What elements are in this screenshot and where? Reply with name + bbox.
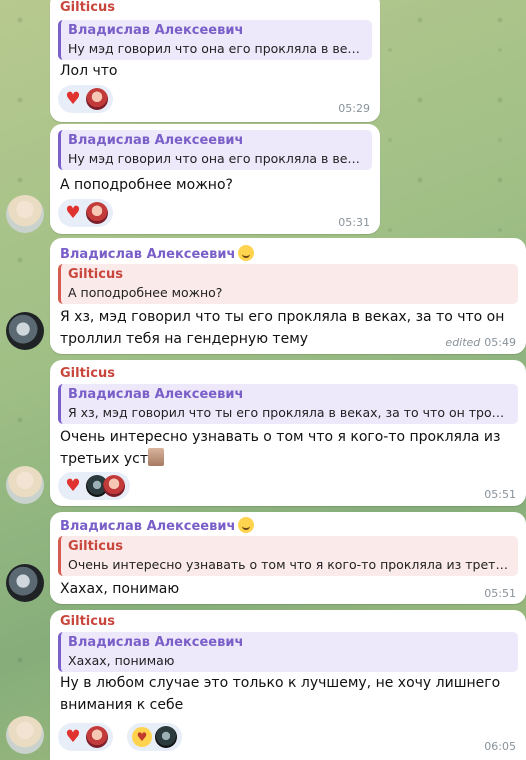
message-time: 05:51 (484, 488, 516, 501)
time-value: 05:49 (484, 336, 516, 349)
message-text-line: третьих уст (60, 451, 149, 467)
reactor-avatar (86, 88, 108, 110)
reaction-heart[interactable]: ♥ (58, 723, 113, 751)
message-time: 05:51 (484, 587, 516, 600)
sender-name[interactable]: Gilticus (60, 366, 115, 381)
heart-icon: ♥ (65, 89, 81, 109)
heart-icon: ♥ (65, 727, 81, 747)
message-time: 05:31 (338, 216, 370, 229)
reply-quote[interactable]: Владислав Алексеевич Я хз, мэд говорил ч… (58, 384, 518, 424)
smiling-face-with-hearts-icon: ♥ (132, 727, 152, 747)
message-text-line: внимания к себе (60, 697, 184, 713)
message-bubble[interactable]: Владислав Алексеевич Gilticus Очень инте… (50, 512, 526, 604)
message-text-line: Я хз, мэд говорил что ты его прокляла в … (60, 309, 505, 325)
sender-name[interactable]: Gilticus (60, 614, 115, 629)
sender-avatar[interactable] (6, 312, 44, 350)
sender-avatar[interactable] (6, 195, 44, 233)
reply-text: Я хз, мэд говорил что ты его прокляла в … (68, 405, 512, 420)
reactor-avatar (86, 726, 108, 748)
reaction-heart[interactable]: ♥ (58, 472, 130, 500)
reply-text: Очень интересно узнавать о том что я ког… (68, 557, 512, 572)
reaction-love-face[interactable]: ♥ (127, 723, 182, 751)
message-bubble[interactable]: Gilticus Владислав Алексеевич Я хз, мэд … (50, 360, 526, 506)
sender-name[interactable]: Владислав Алексеевич (60, 245, 255, 262)
sender-avatar[interactable] (6, 716, 44, 754)
message-text: Лол что (60, 63, 118, 79)
heart-icon: ♥ (65, 476, 81, 496)
reactions-bar: ♥ (58, 85, 113, 113)
reply-sender-name: Владислав Алексеевич (68, 23, 244, 38)
reply-quote[interactable]: Владислав Алексеевич Хахах, понимаю (58, 632, 518, 672)
reply-quote[interactable]: Gilticus Очень интересно узнавать о том … (58, 536, 518, 576)
reply-sender-name: Владислав Алексеевич (68, 133, 244, 148)
sender-avatar[interactable] (6, 564, 44, 602)
message-text: А поподробнее можно? (60, 177, 233, 193)
reply-quote[interactable]: Gilticus А поподробнее можно? (58, 264, 518, 304)
message-bubble[interactable]: Gilticus Владислав Алексеевич Ну мэд гов… (50, 0, 380, 122)
message-bubble[interactable]: Gilticus Владислав Алексеевич Хахах, пон… (50, 610, 526, 760)
reactions-bar: ♥ (58, 472, 130, 500)
custom-emoji-icon (148, 448, 165, 466)
heart-icon: ♥ (65, 203, 81, 223)
reply-quote[interactable]: Владислав Алексеевич Ну мэд говорил что … (58, 20, 372, 60)
reply-sender-name: Gilticus (68, 267, 123, 282)
smile-emoji-icon (238, 245, 255, 261)
sender-name-text: Владислав Алексеевич (60, 519, 236, 534)
message-time: edited 05:49 (445, 336, 516, 349)
reply-sender-name: Владислав Алексеевич (68, 635, 244, 650)
message-text: Очень интересно узнавать о том что я ког… (60, 426, 516, 470)
message-text: Ну в любом случае это только к лучшему, … (60, 672, 516, 716)
edited-label: edited (445, 336, 481, 349)
reply-quote[interactable]: Владислав Алексеевич Ну мэд говорил что … (58, 130, 372, 170)
smile-emoji-icon (238, 517, 255, 533)
reply-sender-name: Gilticus (68, 539, 123, 554)
sender-name[interactable]: Владислав Алексеевич (60, 517, 255, 534)
reactor-avatar (103, 475, 125, 497)
sender-name-text: Владислав Алексеевич (60, 247, 236, 262)
reactor-avatar (86, 202, 108, 224)
message-text: Хахах, понимаю (60, 581, 180, 597)
message-bubble[interactable]: Владислав Алексеевич Gilticus А поподроб… (50, 238, 526, 354)
reactor-avatar (155, 726, 177, 748)
sender-avatar[interactable] (6, 466, 44, 504)
message-time: 05:29 (338, 102, 370, 115)
message-text-line: Очень интересно узнавать о том что я ког… (60, 429, 501, 445)
reply-text: Ну мэд говорил что она его прокляла в ве… (68, 151, 366, 166)
message-time: 06:05 (484, 740, 516, 753)
message-text-line: Ну в любом случае это только к лучшему, … (60, 675, 501, 691)
reaction-heart[interactable]: ♥ (58, 85, 113, 113)
reply-text: А поподробнее можно? (68, 285, 223, 300)
reply-text: Хахах, понимаю (68, 653, 175, 668)
message-bubble[interactable]: Владислав Алексеевич Ну мэд говорил что … (50, 124, 380, 234)
reactions-bar: ♥ (58, 199, 113, 227)
reactions-bar: ♥ ♥ (58, 723, 182, 751)
reply-sender-name: Владислав Алексеевич (68, 387, 244, 402)
reply-text: Ну мэд говорил что она его прокляла в ве… (68, 41, 366, 56)
sender-name[interactable]: Gilticus (60, 0, 115, 15)
reaction-heart[interactable]: ♥ (58, 199, 113, 227)
